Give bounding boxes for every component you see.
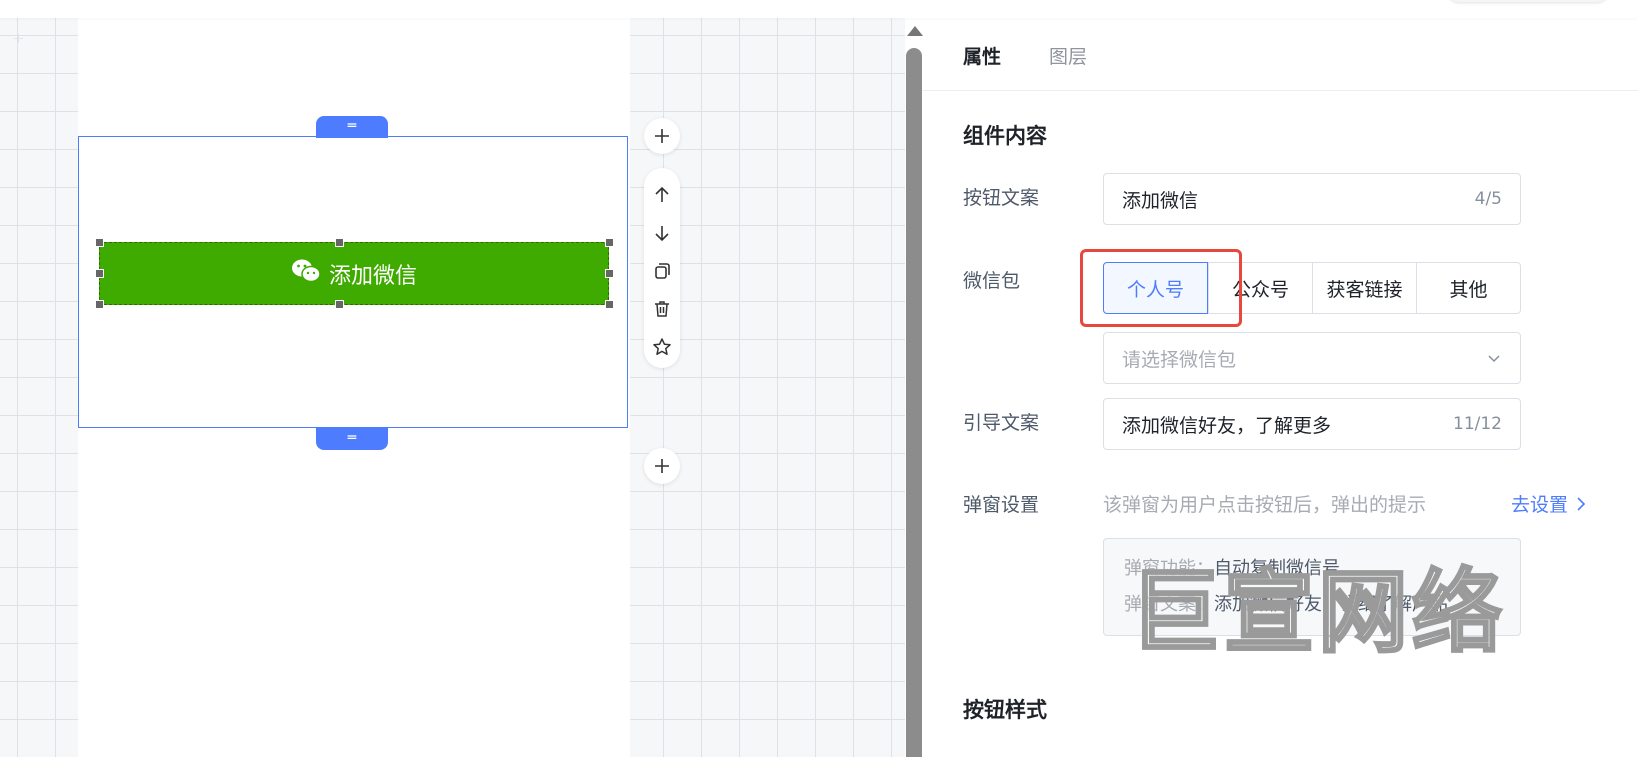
popup-settings-link[interactable]: 去设置 [1511,490,1586,517]
resize-handle-left[interactable] [95,269,104,278]
popup-preview-card: 弹窗功能：自动复制微信号 弹窗文案：添加微信好友，详细了解产品 [1103,538,1521,636]
guide-text-value: 添加微信好友，了解更多 [1122,414,1332,437]
editor-canvas: ═ ═ 添加微信 [0,18,905,757]
button-text-value: 添加微信 [1122,189,1199,212]
wechat-pack-label: 微信包 [963,270,1021,292]
tab-properties[interactable]: 属性 [963,42,1001,69]
guide-text-count: 11/12 [1453,414,1502,434]
favorite-button[interactable] [644,328,680,366]
button-text-count: 4/5 [1474,189,1502,209]
arrow-down-icon [655,226,669,242]
resize-handle-top-right[interactable] [605,238,614,247]
popup-function-value: 自动复制微信号 [1214,558,1340,579]
tab-layers[interactable]: 图层 [1049,42,1087,69]
resize-handle-right[interactable] [605,269,614,278]
top-bar-pill [1448,0,1608,2]
section-button-style: 按钮样式 [963,698,1047,722]
wechat-pack-option-other[interactable]: 其他 [1416,263,1520,313]
popup-function-row: 弹窗功能：自动复制微信号 [1124,551,1500,587]
popup-settings-link-label: 去设置 [1511,494,1569,516]
add-wechat-button[interactable]: 添加微信 [99,242,609,305]
properties-panel: 属性 图层 组件内容 按钮文案 添加微信 4/5 微信包 个人号 公众号 获客链… [923,18,1638,757]
wechat-pack-select-placeholder: 请选择微信包 [1122,348,1237,371]
scroll-up-arrow-icon[interactable] [907,26,923,36]
drag-handle-top[interactable]: ═ [316,116,388,138]
canvas-scrollbar-thumb[interactable] [906,48,922,757]
add-wechat-button-label: 添加微信 [328,263,417,289]
wechat-pack-selector: 个人号 公众号 获客链接 其他 [1103,262,1521,314]
chevron-down-icon [1488,355,1500,363]
resize-handle-top-left[interactable] [95,238,104,247]
add-component-above-button[interactable] [644,118,680,154]
arrow-up-icon [655,186,669,202]
delete-button[interactable] [644,290,680,328]
popup-settings-description: 该弹窗为用户点击按钮后，弹出的提示 [1103,494,1427,516]
star-icon [653,338,671,355]
popup-text-key: 弹窗文案： [1124,594,1214,615]
resize-handle-bottom-left[interactable] [95,300,104,309]
copy-button[interactable] [644,252,680,290]
resize-handle-top[interactable] [335,238,344,247]
plus-icon [655,129,669,143]
move-up-button[interactable] [644,176,680,214]
component-toolbar [644,168,680,368]
wechat-pack-option-personal[interactable]: 个人号 [1103,262,1208,314]
resize-handle-bottom-right[interactable] [605,300,614,309]
plus-icon [655,459,669,473]
resize-handle-bottom[interactable] [335,300,344,309]
move-down-button[interactable] [644,214,680,252]
popup-text-row: 弹窗文案：添加微信好友，详细了解产品 [1124,587,1500,623]
trash-icon [655,301,669,317]
chevron-right-icon [1577,496,1586,511]
guide-text-input[interactable]: 添加微信好友，了解更多 11/12 [1103,398,1521,450]
panel-tabs: 属性 图层 [923,18,1638,91]
popup-settings-label: 弹窗设置 [963,494,1040,516]
popup-function-key: 弹窗功能： [1124,558,1214,579]
section-component-content: 组件内容 [963,124,1047,148]
wechat-icon [291,258,321,290]
wechat-pack-option-official[interactable]: 公众号 [1208,263,1312,313]
add-component-below-button[interactable] [644,448,680,484]
wechat-pack-select[interactable]: 请选择微信包 [1103,332,1521,384]
drag-handle-bottom[interactable]: ═ [316,428,388,450]
button-text-label: 按钮文案 [963,187,1040,209]
popup-text-value: 添加微信好友，详细了解产品 [1214,594,1448,615]
guide-text-label: 引导文案 [963,412,1040,434]
wechat-pack-option-acquisition-link[interactable]: 获客链接 [1312,263,1416,313]
top-bar [0,0,1638,18]
copy-icon [655,263,670,279]
button-text-input[interactable]: 添加微信 4/5 [1103,173,1521,225]
